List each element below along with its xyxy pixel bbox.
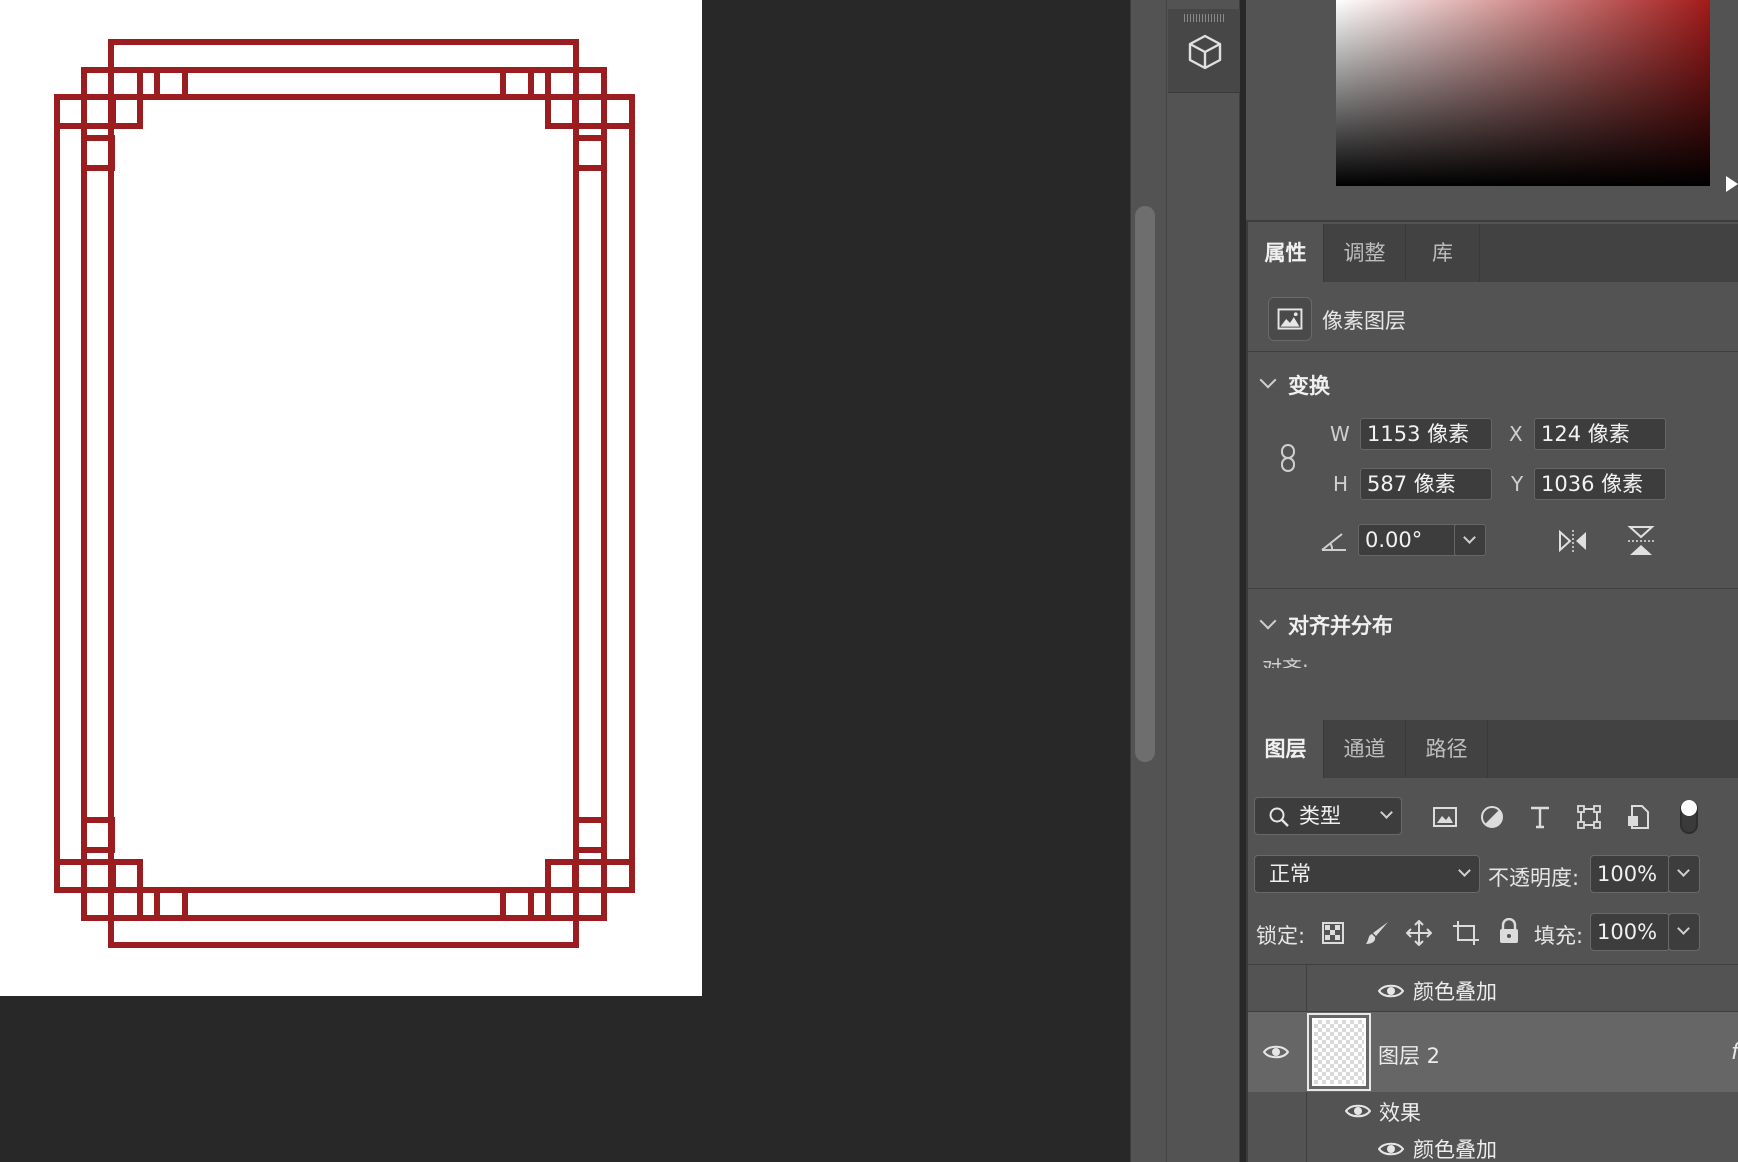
- layers-tabbar: 图层 通道 路径: [1248, 720, 1738, 778]
- filter-toggle-knob[interactable]: [1681, 800, 1697, 816]
- y-label: Y: [1511, 472, 1524, 496]
- x-field[interactable]: 124 像素: [1534, 418, 1666, 450]
- eye-icon[interactable]: [1378, 982, 1404, 1000]
- section-divider: [1248, 588, 1738, 589]
- width-field[interactable]: 1153 像素: [1360, 418, 1492, 450]
- height-field[interactable]: 587 像素: [1360, 468, 1492, 500]
- eye-icon[interactable]: [1345, 1102, 1371, 1120]
- layer-effect-name[interactable]: 颜色叠加: [1413, 1134, 1497, 1162]
- panel-dock-strip: [1166, 0, 1240, 1162]
- y-field[interactable]: 1036 像素: [1534, 468, 1666, 500]
- filter-adjustment-layer-icon[interactable]: [1480, 805, 1504, 829]
- fx-icon[interactable]: f: [1731, 1040, 1738, 1065]
- color-saturation-field[interactable]: [1336, 0, 1710, 186]
- layer-effect-name[interactable]: 颜色叠加: [1413, 976, 1497, 1006]
- fill-field[interactable]: 100%: [1590, 913, 1670, 951]
- layer-thumbnail-selection: [1307, 1013, 1371, 1091]
- fill-label: 填充:: [1534, 924, 1584, 948]
- opacity-field[interactable]: 100%: [1590, 855, 1670, 893]
- scrollbar-thumb[interactable]: [1135, 206, 1155, 762]
- chinese-frame-artwork: [54, 39, 635, 948]
- height-label: H: [1333, 472, 1349, 496]
- tab-adjustments[interactable]: 调整: [1324, 224, 1406, 282]
- link-icon[interactable]: [1279, 443, 1297, 473]
- lock-label: 锁定:: [1256, 924, 1306, 948]
- x-label: X: [1509, 422, 1523, 446]
- filter-pixel-layer-icon[interactable]: [1432, 805, 1458, 829]
- search-icon: [1269, 807, 1289, 827]
- properties-tabbar: 属性 调整 库: [1248, 224, 1738, 282]
- filter-smart-object-icon[interactable]: [1626, 804, 1650, 830]
- lock-artboard-icon[interactable]: [1452, 920, 1480, 946]
- align-section-title[interactable]: 对齐并分布: [1288, 610, 1393, 640]
- layer-name[interactable]: 图层 2: [1378, 1040, 1440, 1070]
- pixel-layer-icon: [1268, 297, 1312, 341]
- tab-layers[interactable]: 图层: [1248, 720, 1324, 778]
- tab-properties[interactable]: 属性: [1248, 224, 1324, 282]
- canvas-area[interactable]: [0, 0, 1130, 1162]
- filter-shape-layer-icon[interactable]: [1576, 804, 1602, 830]
- align-subtitle: 对齐:: [1262, 656, 1309, 668]
- transform-section-title[interactable]: 变换: [1288, 370, 1330, 400]
- tab-channels[interactable]: 通道: [1324, 720, 1406, 778]
- angle-icon: [1321, 533, 1346, 551]
- opacity-label: 不透明度:: [1488, 866, 1580, 890]
- layer-type-label: 像素图层: [1322, 309, 1406, 333]
- hue-slider-arrow[interactable]: [1726, 176, 1738, 192]
- width-label: W: [1330, 422, 1350, 446]
- tab-libraries[interactable]: 库: [1406, 224, 1480, 282]
- eye-icon[interactable]: [1378, 1140, 1404, 1158]
- drag-grip[interactable]: [1184, 14, 1224, 22]
- eye-icon[interactable]: [1263, 1043, 1289, 1061]
- flip-vertical-icon[interactable]: [1626, 524, 1656, 558]
- layer-indent-line: [1306, 1092, 1307, 1162]
- blend-mode-dropdown[interactable]: 正常: [1254, 855, 1480, 893]
- flip-horizontal-icon[interactable]: [1556, 528, 1590, 554]
- filter-type-layer-icon[interactable]: [1528, 804, 1552, 830]
- tab-paths[interactable]: 路径: [1406, 720, 1488, 778]
- document-canvas[interactable]: [0, 0, 702, 996]
- lock-position-icon[interactable]: [1406, 920, 1432, 946]
- lock-image-pixels-icon[interactable]: [1364, 920, 1390, 946]
- lock-transparent-pixels-icon[interactable]: [1322, 922, 1344, 944]
- lock-all-icon[interactable]: [1498, 918, 1520, 944]
- 3d-cube-icon[interactable]: [1185, 32, 1225, 72]
- effects-group-label[interactable]: 效果: [1379, 1097, 1421, 1127]
